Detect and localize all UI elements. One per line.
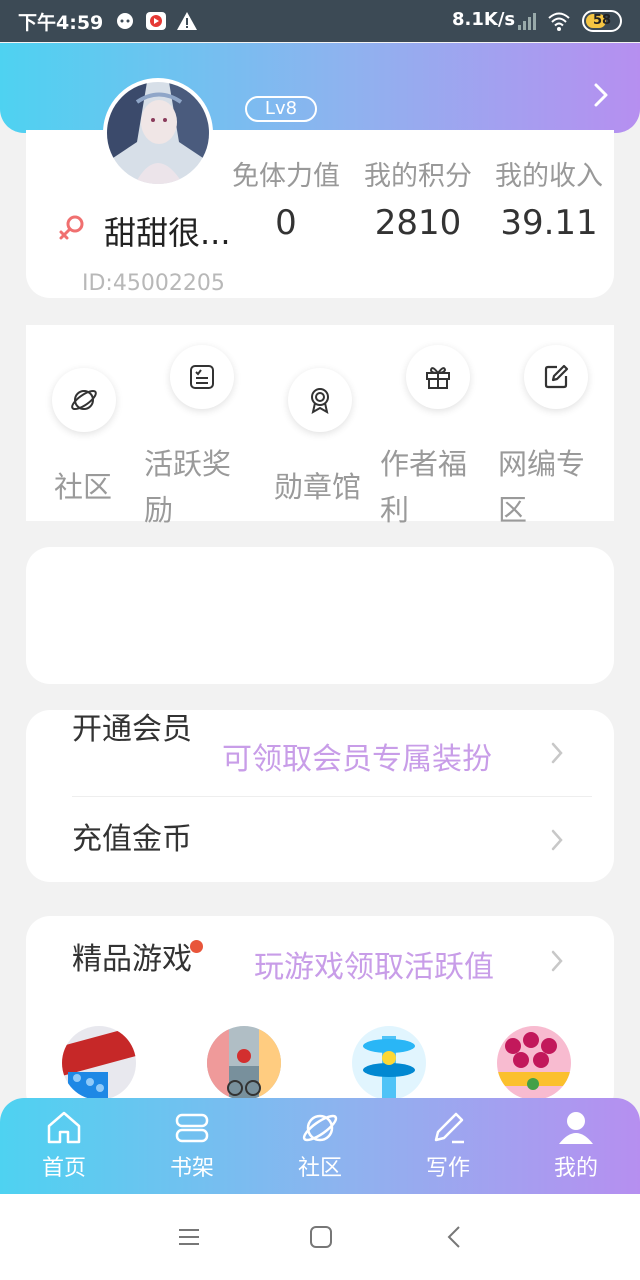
banner-placeholder: [26, 547, 614, 684]
status-time: 下午4:59: [18, 12, 104, 34]
back-icon[interactable]: [440, 1222, 470, 1252]
edit-icon: [544, 364, 569, 389]
qm-label: 勋章馆: [274, 470, 362, 504]
game-thumbnail[interactable]: [207, 1026, 281, 1100]
stat-value: 2810: [374, 203, 462, 243]
network-speed: 8.1K/s: [452, 9, 516, 30]
qm-icon-wrap: [52, 368, 116, 432]
nav-label: 书架: [169, 1156, 214, 1181]
planet-icon: [71, 389, 97, 411]
nav-label: 首页: [41, 1156, 86, 1181]
user-id: ID:45002205: [82, 271, 225, 296]
stat-stamina[interactable]: 免体力值 0: [224, 154, 348, 243]
stat-label: 我的积分: [364, 161, 472, 192]
games-title[interactable]: 精品游戏: [72, 936, 192, 984]
battery-level: 58: [592, 13, 612, 28]
qm-icon-wrap: [406, 345, 470, 409]
game-thumbnail[interactable]: [62, 1026, 136, 1100]
signal-icon: [518, 13, 536, 30]
stat-points[interactable]: 我的积分 2810: [356, 154, 480, 243]
wifi-icon: [548, 12, 570, 31]
nav-write[interactable]: 写作: [384, 1098, 512, 1194]
username[interactable]: 甜甜很...: [104, 208, 231, 254]
gift-icon: [426, 367, 450, 389]
female-icon: [59, 215, 84, 240]
game-thumbnail[interactable]: [497, 1026, 571, 1100]
game-thumbnail-image: [62, 1026, 136, 1100]
video-app-icon: [146, 12, 166, 30]
bottom-nav: 首页 书架 社区 写作 我的: [0, 1098, 640, 1194]
stat-label: 我的收入: [495, 161, 603, 192]
divider: [72, 796, 592, 797]
game-thumbnail-image: [352, 1026, 426, 1100]
qm-label: 网编专区: [498, 447, 586, 527]
status-bar: 下午4:59 8.1K/s 58: [0, 0, 640, 42]
vip-title[interactable]: 开通会员: [72, 706, 192, 754]
user-icon: [559, 1112, 593, 1144]
system-nav: [0, 1194, 640, 1280]
game-thumbnail-image: [497, 1026, 571, 1100]
notification-dot: [190, 940, 203, 953]
qm-label: 活跃奖励: [144, 447, 232, 527]
stat-value: 39.11: [500, 203, 598, 243]
home-square-icon[interactable]: [306, 1222, 336, 1252]
battery-icon: 58: [582, 10, 622, 32]
games-promo[interactable]: 玩游戏领取活跃值: [254, 942, 494, 986]
stat-label: 免体力值: [232, 161, 340, 192]
chevron-right-icon[interactable]: [548, 948, 566, 974]
header-band: [0, 43, 640, 133]
stat-value: 0: [275, 203, 297, 243]
avatar-illustration: [107, 82, 209, 184]
member-card: 开通会员 可领取会员专属装扮 充值金币: [26, 710, 614, 882]
qm-icon-wrap: [170, 345, 234, 409]
game-thumbnail-image: [207, 1026, 281, 1100]
games-card: 精品游戏 玩游戏领取活跃值: [26, 916, 614, 1116]
stat-income[interactable]: 我的收入 39.11: [487, 154, 611, 243]
qm-icon-wrap: [524, 345, 588, 409]
chevron-right-icon[interactable]: [548, 827, 566, 853]
medal-icon: [311, 388, 329, 414]
avatar[interactable]: [103, 78, 213, 188]
menu-icon[interactable]: [174, 1222, 204, 1252]
checklist-icon: [190, 365, 214, 389]
qm-label: 社区: [54, 470, 113, 504]
level-badge: Lv8: [245, 96, 317, 122]
chat-bubble-icon: [117, 13, 133, 29]
chevron-right-icon[interactable]: [548, 740, 566, 766]
nav-mine[interactable]: 我的: [512, 1098, 640, 1194]
nav-label: 我的: [553, 1156, 598, 1181]
nav-home[interactable]: 首页: [0, 1098, 128, 1194]
game-thumbnail[interactable]: [352, 1026, 426, 1100]
nav-label: 社区: [297, 1156, 342, 1181]
qm-icon-wrap: [288, 368, 352, 432]
qm-label: 作者福利: [380, 447, 468, 527]
recharge-title[interactable]: 充值金币: [72, 816, 192, 864]
bookshelf-icon: [175, 1113, 209, 1143]
warning-icon: [177, 12, 197, 30]
planet-icon: [302, 1114, 338, 1142]
home-icon: [47, 1111, 81, 1144]
vip-promo[interactable]: 可领取会员专属装扮: [222, 734, 492, 778]
nav-community[interactable]: 社区: [256, 1098, 384, 1194]
nav-bookshelf[interactable]: 书架: [128, 1098, 256, 1194]
nav-label: 写作: [425, 1156, 470, 1181]
chevron-right-icon[interactable]: [586, 80, 616, 110]
pen-icon: [434, 1112, 464, 1144]
